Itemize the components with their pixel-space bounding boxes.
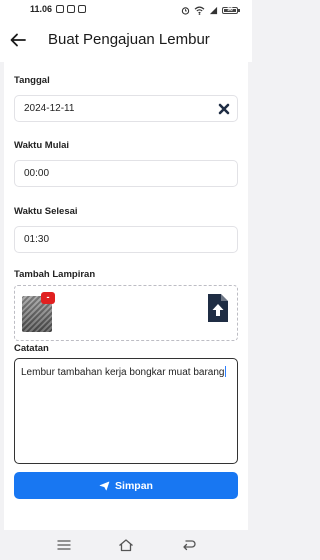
file-upload-icon[interactable] <box>206 292 230 324</box>
save-button[interactable]: Simpan <box>14 472 238 499</box>
start-time-field[interactable]: 00:00 <box>14 160 238 187</box>
status-icons: 96 <box>181 4 240 16</box>
signal-icon <box>209 6 218 14</box>
date-field[interactable]: 2024-12-11 <box>14 95 238 122</box>
wifi-icon <box>194 6 205 15</box>
menu-icon[interactable] <box>56 538 72 552</box>
notes-textarea[interactable]: Lembur tambahan kerja bongkar muat baran… <box>14 358 238 464</box>
notification-icon <box>56 5 64 13</box>
date-label: Tanggal <box>14 75 50 86</box>
notification-icon <box>78 5 86 13</box>
battery-level: 96 <box>227 6 233 13</box>
close-icon[interactable] <box>217 102 231 116</box>
back-button[interactable] <box>8 30 28 50</box>
remove-attachment-button[interactable]: - <box>41 292 55 304</box>
end-time-label: Waktu Selesai <box>14 206 78 217</box>
overtime-form: Tanggal 2024-12-11 Waktu Mulai 00:00 Wak… <box>4 62 248 530</box>
arrow-left-icon <box>10 33 26 47</box>
start-time-label: Waktu Mulai <box>14 140 70 151</box>
page-title: Buat Pengajuan Lembur <box>48 31 210 48</box>
attachment-area[interactable]: - <box>14 285 238 341</box>
date-value: 2024-12-11 <box>24 103 75 114</box>
end-time-value: 01:30 <box>24 234 50 245</box>
attachment-label: Tambah Lampiran <box>14 269 96 280</box>
send-icon <box>99 481 110 490</box>
notes-label: Catatan <box>14 343 49 354</box>
system-nav-bar <box>0 530 252 560</box>
app-header: Buat Pengajuan Lembur <box>0 20 252 62</box>
end-time-field[interactable]: 01:30 <box>14 226 238 253</box>
status-bar: 11.06 96 <box>0 0 252 20</box>
notes-value: Lembur tambahan kerja bongkar muat baran… <box>21 367 225 378</box>
notification-icon <box>67 5 75 13</box>
alarm-icon <box>181 6 190 15</box>
save-button-label: Simpan <box>115 479 153 492</box>
start-time-value: 00:00 <box>24 168 50 179</box>
status-time: 11.06 <box>30 4 53 14</box>
back-nav-icon[interactable] <box>181 538 197 552</box>
text-caret <box>225 366 227 377</box>
home-icon[interactable] <box>118 538 134 552</box>
battery-icon: 96 <box>222 6 240 14</box>
